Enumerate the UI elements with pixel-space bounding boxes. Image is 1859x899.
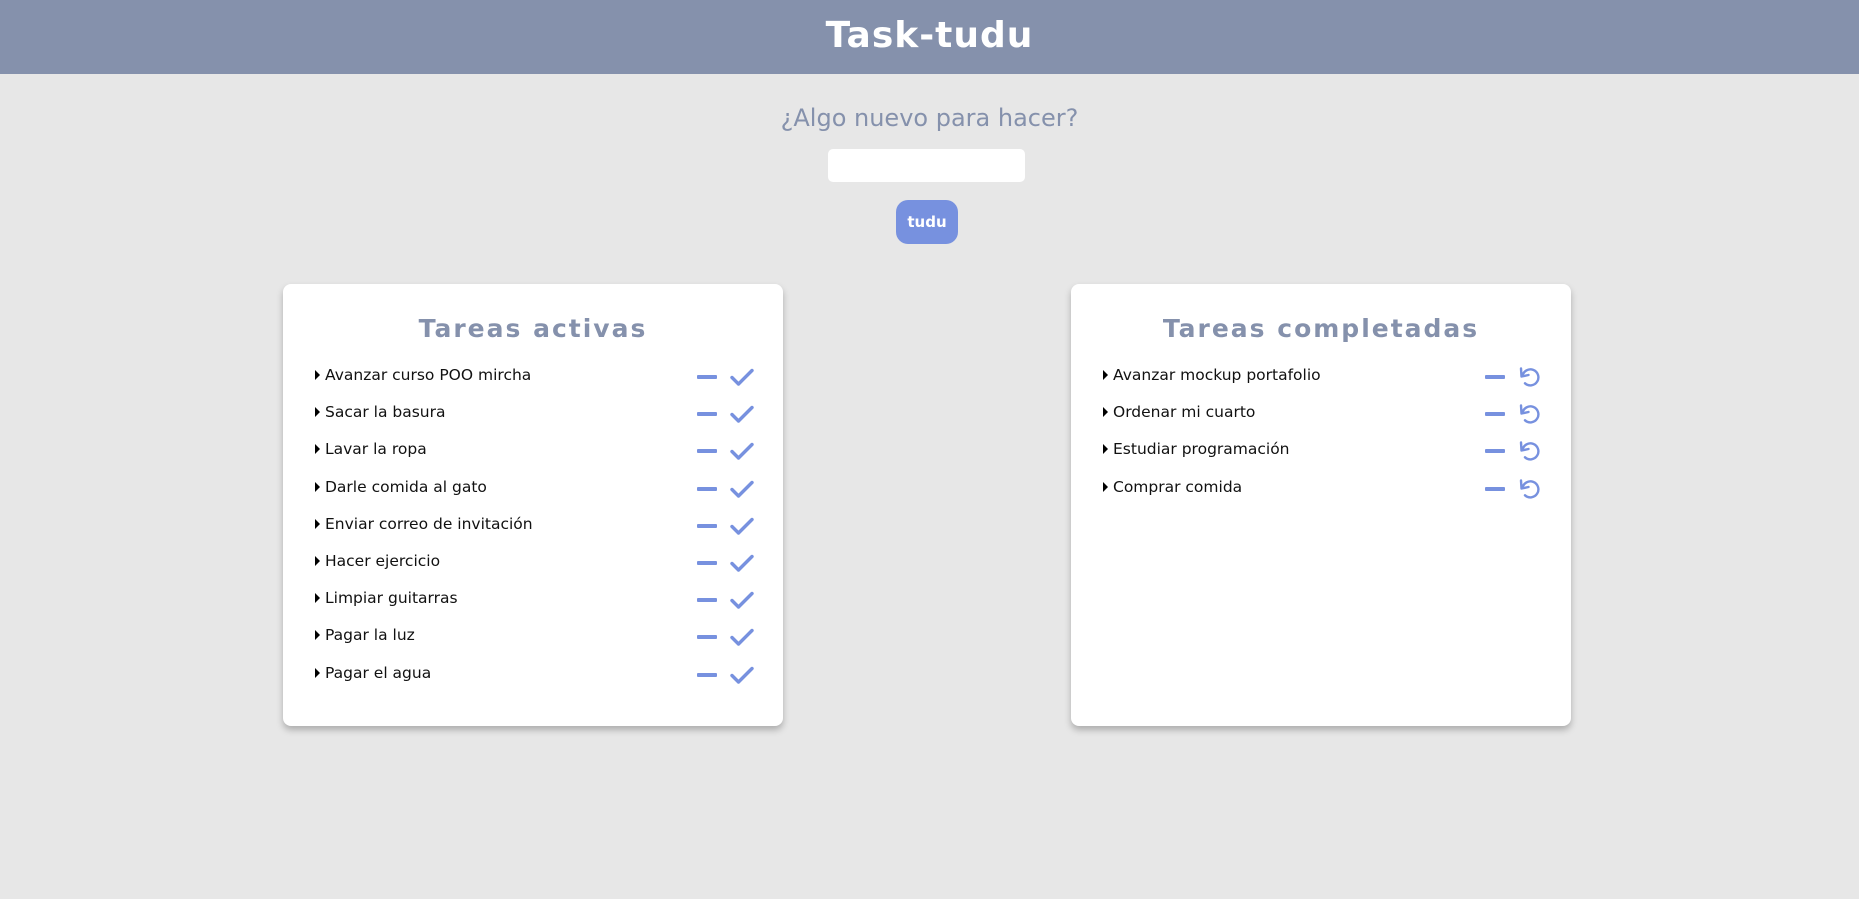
active-task-item: Avanzar curso POO mircha (314, 365, 754, 402)
task-actions (697, 588, 754, 612)
task-label: Darle comida al gato (325, 477, 487, 496)
caret-right-icon (315, 593, 320, 604)
caret-right-icon (1103, 370, 1108, 380)
caret-right-icon (315, 370, 320, 380)
caret-right-icon (315, 518, 320, 529)
check-icon[interactable] (730, 365, 754, 389)
caret-right-icon (315, 667, 320, 678)
active-task-list: Avanzar curso POO mircha Sacar la basura L… (314, 365, 754, 700)
minus-icon[interactable] (1485, 412, 1505, 417)
minus-icon[interactable] (697, 523, 717, 528)
active-task-item: Sacar la basura (314, 402, 754, 439)
check-icon[interactable] (730, 551, 754, 575)
caret-right-icon (315, 630, 320, 641)
task-label: Enviar correo de invitación (325, 514, 533, 533)
caret-right-icon (1103, 407, 1108, 418)
completed-task-item: Ordenar mi cuarto (1102, 402, 1542, 439)
app-title: Task-tudu (825, 14, 1034, 56)
minus-icon[interactable] (697, 412, 717, 417)
active-task-item: Hacer ejercicio (314, 551, 754, 588)
task-label: Avanzar mockup portafolio (1113, 366, 1321, 384)
task-label: Pagar la luz (325, 626, 415, 645)
active-task-item: Pagar la luz (314, 625, 754, 662)
check-icon[interactable] (730, 625, 754, 649)
new-task-input[interactable] (828, 149, 1025, 182)
caret-right-icon (1103, 444, 1108, 455)
task-label: Hacer ejercicio (325, 551, 441, 570)
task-label: Pagar el agua (325, 663, 432, 682)
minus-icon[interactable] (1485, 486, 1505, 491)
task-actions (697, 477, 754, 501)
caret-right-icon (315, 481, 320, 492)
task-actions (697, 514, 754, 538)
caret-right-icon (315, 407, 320, 418)
task-actions (1485, 402, 1542, 426)
task-actions (1485, 365, 1542, 389)
undo-icon[interactable] (1518, 402, 1542, 426)
active-task-item: Lavar la ropa (314, 439, 754, 476)
minus-icon[interactable] (697, 375, 717, 379)
active-task-item: Enviar correo de invitación (314, 514, 754, 551)
active-tasks-card: Tareas activas Avanzar curso POO mircha S… (283, 284, 783, 726)
new-task-prompt: ¿Algo nuevo para hacer? (780, 104, 1079, 132)
check-icon[interactable] (730, 439, 754, 463)
minus-icon[interactable] (1485, 449, 1505, 454)
task-actions (1485, 477, 1542, 501)
task-label: Avanzar curso POO mircha (325, 366, 532, 384)
active-task-item: Darle comida al gato (314, 477, 754, 514)
completed-tasks-title: Tareas completadas (1162, 314, 1480, 343)
task-label: Comprar comida (1113, 477, 1243, 496)
check-icon[interactable] (730, 514, 754, 538)
active-task-item: Limpiar guitarras (314, 588, 754, 625)
minus-icon[interactable] (697, 672, 717, 677)
completed-task-item: Comprar comida (1102, 477, 1542, 514)
task-actions (697, 439, 754, 463)
check-icon[interactable] (730, 588, 754, 612)
task-label: Estudiar programación (1113, 440, 1290, 459)
minus-icon[interactable] (697, 486, 717, 491)
completed-tasks-card: Tareas completadas Avanzar mockup portaf… (1071, 284, 1571, 726)
task-label: Ordenar mi cuarto (1113, 403, 1256, 422)
minus-icon[interactable] (1485, 375, 1505, 379)
task-label: Lavar la ropa (325, 440, 427, 459)
app-header: Task-tudu (0, 0, 1859, 74)
active-tasks-title: Tareas activas (418, 314, 648, 343)
caret-right-icon (315, 555, 320, 566)
check-icon[interactable] (730, 663, 754, 687)
caret-right-icon (1103, 481, 1108, 492)
add-task-button[interactable]: tudu (896, 200, 958, 244)
task-actions (697, 365, 754, 389)
task-actions (697, 663, 754, 687)
undo-icon[interactable] (1518, 477, 1542, 501)
task-label: Sacar la basura (325, 403, 446, 422)
undo-icon[interactable] (1518, 365, 1542, 389)
minus-icon[interactable] (697, 598, 717, 603)
completed-task-item: Avanzar mockup portafolio (1102, 365, 1542, 402)
task-actions (1485, 439, 1542, 463)
caret-right-icon (315, 444, 320, 455)
task-actions (697, 625, 754, 649)
task-actions (697, 402, 754, 426)
check-icon[interactable] (730, 402, 754, 426)
completed-task-item: Estudiar programación (1102, 439, 1542, 476)
active-task-item: Pagar el agua (314, 663, 754, 700)
check-icon[interactable] (730, 477, 754, 501)
completed-task-list: Avanzar mockup portafolio Ordenar mi cuar… (1102, 365, 1542, 514)
undo-icon[interactable] (1518, 439, 1542, 463)
task-label: Limpiar guitarras (325, 589, 458, 608)
minus-icon[interactable] (697, 635, 717, 640)
minus-icon[interactable] (697, 560, 717, 565)
minus-icon[interactable] (697, 449, 717, 454)
task-actions (697, 551, 754, 575)
